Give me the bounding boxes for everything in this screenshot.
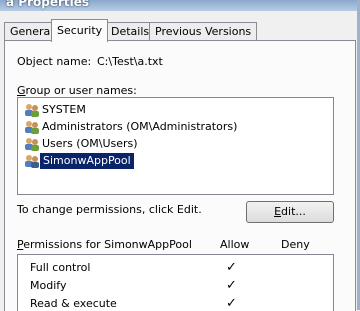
tab-details[interactable]: Details — [105, 22, 156, 41]
window-title: a Properties — [6, 0, 90, 9]
users-icon — [25, 155, 39, 168]
list-item-users[interactable]: Users (OM\Users) — [20, 136, 330, 152]
tab-security[interactable]: Security — [51, 19, 109, 42]
users-icon — [25, 121, 39, 134]
user-name: SimonwAppPool — [40, 153, 134, 169]
allow-check-icon: ✓ — [226, 260, 237, 275]
users-icon — [25, 104, 39, 117]
allow-check-icon: ✓ — [226, 278, 237, 293]
tab-previous-versions[interactable]: Previous Versions — [149, 22, 258, 41]
user-name: SYSTEM — [42, 103, 86, 116]
list-item-administrators[interactable]: Administrators (OM\Administrators) — [20, 119, 330, 135]
permission-row-read-execute: Read & execute ✓ — [28, 296, 328, 311]
edit-button[interactable]: Edit... — [246, 201, 334, 223]
change-permissions-hint: To change permissions, click Edit. — [17, 203, 202, 216]
permission-name: Modify — [30, 279, 67, 292]
group-user-names-label: Group or user names: — [17, 84, 137, 97]
permission-name: Read & execute — [30, 297, 117, 310]
user-name: Users (OM\Users) — [42, 137, 138, 150]
permissions-list[interactable]: Full control ✓ Modify ✓ Read & execute ✓ — [17, 254, 334, 311]
properties-window: a Properties General Security Details Pr… — [0, 0, 357, 311]
allow-check-icon: ✓ — [226, 296, 237, 311]
permission-row-full-control: Full control ✓ — [28, 260, 328, 276]
users-icon — [25, 138, 39, 151]
permission-name: Full control — [30, 261, 91, 274]
permission-row-modify: Modify ✓ — [28, 278, 328, 294]
user-name: Administrators (OM\Administrators) — [42, 120, 238, 133]
object-name-value: C:\Test\a.txt — [97, 55, 163, 68]
list-item-system[interactable]: SYSTEM — [20, 102, 330, 118]
permissions-label: Permissions for SimonwAppPool — [17, 238, 192, 251]
list-item-simonwapppool[interactable]: SimonwAppPool — [20, 153, 330, 169]
title-bar[interactable]: a Properties — [0, 0, 357, 11]
object-name-label: Object name: — [17, 55, 92, 68]
allow-column-header: Allow — [220, 238, 250, 251]
user-list[interactable]: SYSTEM Administrators (OM\Administrators… — [17, 97, 334, 195]
deny-column-header: Deny — [281, 238, 310, 251]
